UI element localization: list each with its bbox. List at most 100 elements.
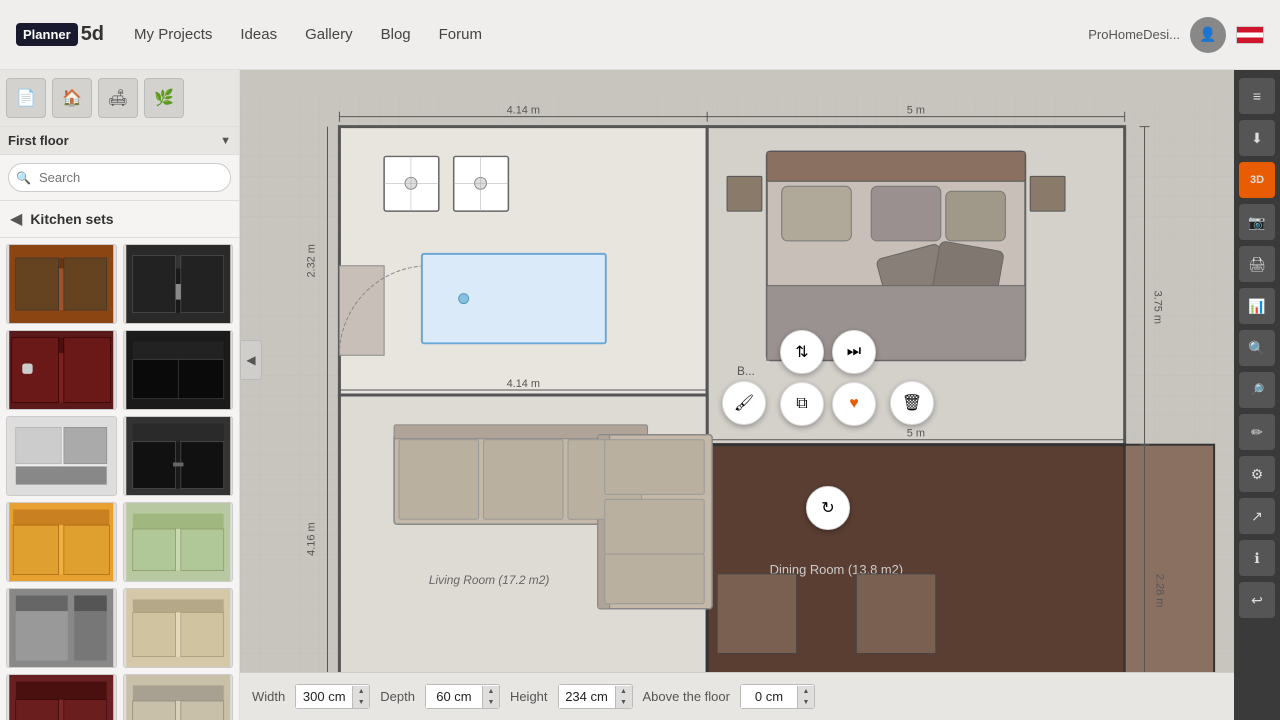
- main-layout: 📄 🏠 🛋 🌿 First floor ▼ ◀ Kitchen sets: [0, 70, 1280, 720]
- width-input[interactable]: [296, 685, 352, 708]
- collapse-sidebar-button[interactable]: ◀: [240, 340, 262, 380]
- floor-dropdown-arrow[interactable]: ▼: [220, 135, 231, 147]
- above-floor-input-group: ▲ ▼: [740, 684, 815, 709]
- kitchen-thumb-10: [124, 589, 233, 667]
- new-file-icon[interactable]: 📄: [6, 78, 46, 118]
- floor-plan-canvas[interactable]: 4.14 m 5 m 3.75 m 5 m 4.14 m 2.32 m 4.16…: [240, 70, 1234, 720]
- above-floor-stepper: ▲ ▼: [797, 686, 814, 708]
- bottom-toolbar: Width ▲ ▼ Depth ▲ ▼ Height ▲: [240, 672, 1234, 720]
- width-stepper: ▲ ▼: [352, 686, 369, 708]
- tool-icons-bar: 📄 🏠 🛋 🌿: [0, 70, 239, 127]
- depth-label: Depth: [380, 689, 415, 704]
- height-down-button[interactable]: ▼: [616, 697, 632, 708]
- nav-gallery[interactable]: Gallery: [305, 26, 353, 43]
- info-button[interactable]: ℹ: [1239, 540, 1275, 576]
- list-item[interactable]: [123, 244, 234, 324]
- depth-stepper: ▲ ▼: [482, 686, 499, 708]
- share-button[interactable]: ↗: [1239, 498, 1275, 534]
- nav-links: My Projects Ideas Gallery Blog Forum: [134, 26, 1088, 43]
- flip-horizontal-button[interactable]: ⇅: [780, 330, 824, 374]
- rotate-button[interactable]: ↻: [806, 486, 850, 530]
- logo[interactable]: Planner 5d: [16, 23, 104, 46]
- edit-button[interactable]: ✏: [1239, 414, 1275, 450]
- paint-button[interactable]: 🖌: [722, 381, 766, 425]
- above-floor-input[interactable]: [741, 685, 797, 708]
- list-item[interactable]: [6, 330, 117, 410]
- floor-selector-row: First floor ▼: [0, 127, 239, 155]
- svg-text:Living Room (17.2 m2): Living Room (17.2 m2): [429, 573, 549, 587]
- list-item[interactable]: [123, 674, 234, 720]
- kitchen-thumb-12: [124, 675, 233, 720]
- delete-button[interactable]: 🗑: [890, 381, 934, 425]
- depth-input[interactable]: [426, 685, 482, 708]
- copy-button[interactable]: ⧉: [780, 382, 824, 426]
- width-up-button[interactable]: ▲: [353, 686, 369, 697]
- 3d-view-button[interactable]: 3D: [1239, 162, 1275, 198]
- svg-text:5 m: 5 m: [907, 105, 925, 117]
- top-navigation: Planner 5d My Projects Ideas Gallery Blo…: [0, 0, 1280, 70]
- svg-text:4.16 m: 4.16 m: [306, 522, 318, 555]
- left-sidebar: 📄 🏠 🛋 🌿 First floor ▼ ◀ Kitchen sets: [0, 70, 240, 720]
- list-item[interactable]: [123, 588, 234, 668]
- search-bar: [0, 155, 239, 201]
- search-input[interactable]: [8, 163, 231, 192]
- avatar[interactable]: 👤: [1190, 17, 1226, 53]
- plants-icon[interactable]: 🌿: [144, 78, 184, 118]
- user-name[interactable]: ProHomeDesi...: [1088, 27, 1180, 42]
- list-item[interactable]: [6, 502, 117, 582]
- height-input[interactable]: [559, 685, 615, 708]
- kitchen-thumb-1: [7, 245, 116, 323]
- depth-up-button[interactable]: ▲: [483, 686, 499, 697]
- svg-text:4.14 m: 4.14 m: [507, 105, 540, 117]
- height-input-group: ▲ ▼: [558, 684, 633, 709]
- list-item[interactable]: [6, 674, 117, 720]
- undo-button[interactable]: ↩: [1239, 582, 1275, 618]
- items-grid: [0, 238, 239, 720]
- print-button[interactable]: 🖨: [1239, 246, 1275, 282]
- zoom-out-button[interactable]: 🔎: [1239, 372, 1275, 408]
- furniture-icon[interactable]: 🛋: [98, 78, 138, 118]
- kitchen-thumb-11: [7, 675, 116, 720]
- category-header: ◀ Kitchen sets: [0, 201, 239, 238]
- kitchen-thumb-4: [124, 331, 233, 409]
- list-item[interactable]: [123, 330, 234, 410]
- svg-text:3.75 m: 3.75 m: [1151, 291, 1163, 324]
- favorite-button[interactable]: ♥: [832, 382, 876, 426]
- above-floor-label: Above the floor: [643, 689, 730, 704]
- kitchen-thumb-7: [7, 503, 116, 581]
- above-floor-up-button[interactable]: ▲: [798, 686, 814, 697]
- list-item[interactable]: [6, 588, 117, 668]
- list-item[interactable]: [123, 502, 234, 582]
- nav-right: ProHomeDesi... 👤: [1088, 17, 1264, 53]
- list-item[interactable]: [6, 416, 117, 496]
- chart-button[interactable]: 📊: [1239, 288, 1275, 324]
- back-arrow-icon[interactable]: ◀: [10, 209, 22, 229]
- nav-forum[interactable]: Forum: [439, 26, 482, 43]
- search-wrap: [8, 163, 231, 192]
- nav-my-projects[interactable]: My Projects: [134, 26, 212, 43]
- above-floor-down-button[interactable]: ▼: [798, 697, 814, 708]
- depth-input-group: ▲ ▼: [425, 684, 500, 709]
- right-sidebar: ≡ ⬇ 3D 📷 🖨 📊 🔍 🔎 ✏ ⚙ ↗ ℹ ↩: [1234, 70, 1280, 720]
- svg-text:B...: B...: [737, 364, 755, 378]
- camera-button[interactable]: 📷: [1239, 204, 1275, 240]
- download-button[interactable]: ⬇: [1239, 120, 1275, 156]
- to-center-button[interactable]: ⏭: [832, 330, 876, 374]
- list-item[interactable]: [123, 416, 234, 496]
- context-menu: ⇅ ⏭ ⧉ ♥ 🖌 🗑 ↻: [780, 330, 876, 540]
- nav-ideas[interactable]: Ideas: [240, 26, 277, 43]
- home-icon[interactable]: 🏠: [52, 78, 92, 118]
- settings-button[interactable]: ⚙: [1239, 456, 1275, 492]
- zoom-in-button[interactable]: 🔍: [1239, 330, 1275, 366]
- layers-button[interactable]: ≡: [1239, 78, 1275, 114]
- height-label: Height: [510, 689, 548, 704]
- width-down-button[interactable]: ▼: [353, 697, 369, 708]
- list-item[interactable]: [6, 244, 117, 324]
- language-flag[interactable]: [1236, 26, 1264, 44]
- height-up-button[interactable]: ▲: [616, 686, 632, 697]
- width-label: Width: [252, 689, 285, 704]
- nav-blog[interactable]: Blog: [381, 26, 411, 43]
- kitchen-thumb-2: [124, 245, 233, 323]
- kitchen-thumb-3: [7, 331, 116, 409]
- depth-down-button[interactable]: ▼: [483, 697, 499, 708]
